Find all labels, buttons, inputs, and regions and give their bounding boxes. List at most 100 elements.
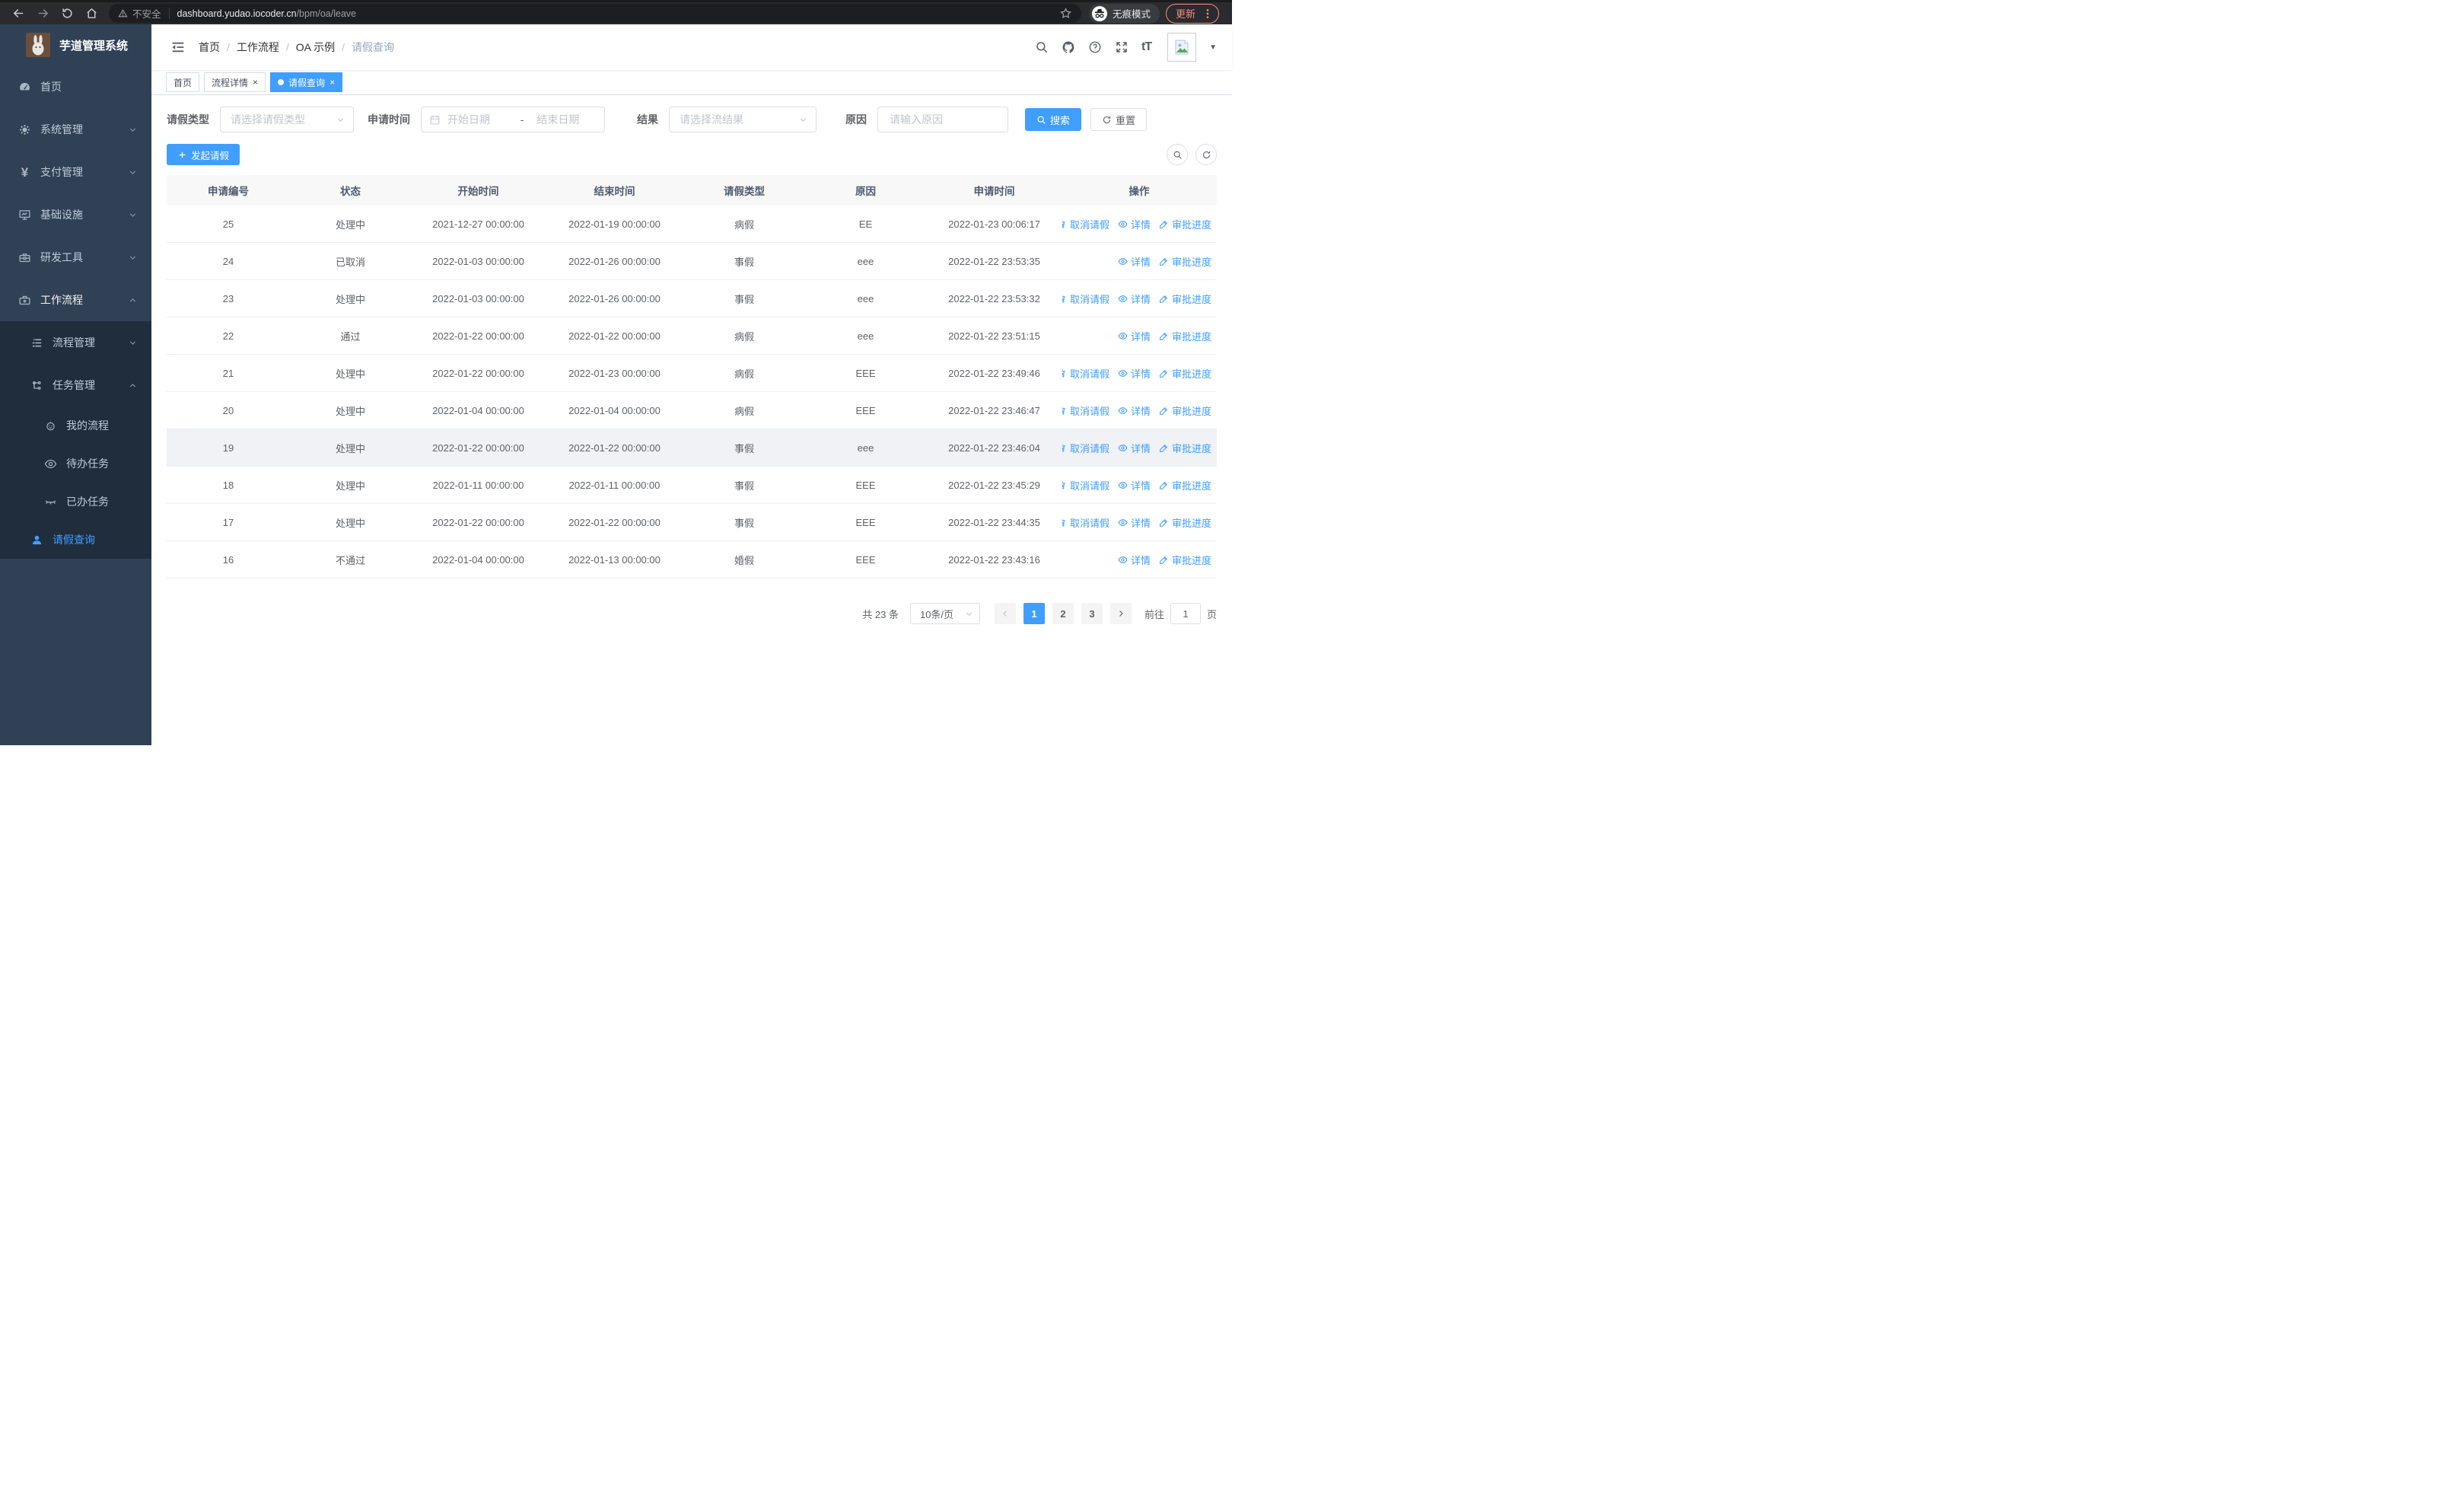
github-icon[interactable] bbox=[1062, 40, 1075, 54]
breadcrumb-workflow[interactable]: 工作流程 bbox=[237, 40, 279, 55]
detail-action-link[interactable]: 详情 bbox=[1118, 217, 1151, 231]
progress-action-link[interactable]: 审批进度 bbox=[1159, 441, 1211, 455]
progress-action-link[interactable]: 审批进度 bbox=[1159, 217, 1211, 231]
create-leave-button[interactable]: 发起请假 bbox=[167, 144, 240, 165]
cancel-action-link[interactable]: 取消请假 bbox=[1062, 217, 1109, 231]
breadcrumb-oa-example[interactable]: OA 示例 bbox=[296, 40, 335, 55]
progress-action-link[interactable]: 审批进度 bbox=[1159, 366, 1211, 381]
breadcrumb-home[interactable]: 首页 bbox=[199, 40, 220, 55]
security-warning-icon[interactable] bbox=[118, 8, 128, 18]
table-row[interactable]: 23 处理中 2022-01-03 00:00:00 2022-01-26 00:00… bbox=[167, 280, 1217, 317]
close-icon[interactable]: × bbox=[329, 78, 335, 87]
progress-action-link[interactable]: 审批进度 bbox=[1159, 553, 1211, 567]
jump-page-input[interactable] bbox=[1170, 603, 1201, 624]
detail-action-link[interactable]: 详情 bbox=[1118, 403, 1151, 418]
font-size-icon[interactable]: tT bbox=[1141, 40, 1152, 54]
sidebar-item-leave-query[interactable]: 请假查询 bbox=[0, 521, 151, 559]
cancel-action-link[interactable]: 取消请假 bbox=[1062, 366, 1109, 381]
browser-back-icon[interactable] bbox=[12, 7, 25, 20]
next-page-button[interactable] bbox=[1109, 603, 1132, 624]
apply-time-range-picker[interactable]: 开始日期 - 结束日期 bbox=[421, 107, 605, 132]
reason-input[interactable] bbox=[888, 113, 998, 126]
address-bar[interactable]: 不安全 dashboard.yudao.iocoder.cn/bpm/oa/le… bbox=[109, 4, 1081, 23]
sidebar-item-todo-tasks[interactable]: 待办任务 bbox=[0, 445, 151, 483]
table-row[interactable]: 18 处理中 2022-01-11 00:00:00 2022-01-11 00:00… bbox=[167, 467, 1217, 504]
progress-action-link[interactable]: 审批进度 bbox=[1159, 515, 1211, 530]
sidebar-item-infra[interactable]: 基础设施 bbox=[0, 193, 151, 236]
leave-type-select[interactable]: 请选择请假类型 bbox=[220, 107, 354, 132]
table-row[interactable]: 19 处理中 2022-01-22 00:00:00 2022-01-22 00:00… bbox=[167, 429, 1217, 467]
search-icon[interactable] bbox=[1035, 40, 1049, 54]
page-content: 请假类型 请选择请假类型 申请时间 开始日期 - 结束日期 结果 请选择流结果 bbox=[151, 95, 1232, 745]
tab-leave-query[interactable]: 请假查询 × bbox=[270, 72, 343, 92]
table-row[interactable]: 24 已取消 2022-01-03 00:00:00 2022-01-26 00:00… bbox=[167, 243, 1217, 280]
caret-down-icon[interactable]: ▼ bbox=[1209, 43, 1217, 52]
cell-reason: eee bbox=[857, 255, 874, 267]
browser-menu-dots-icon[interactable] bbox=[1202, 8, 1214, 20]
browser-reload-icon[interactable] bbox=[61, 7, 74, 20]
table-row[interactable]: 20 处理中 2022-01-04 00:00:00 2022-01-04 00:00… bbox=[167, 392, 1217, 429]
help-icon[interactable] bbox=[1088, 40, 1102, 54]
browser-update-button[interactable]: 更新 bbox=[1166, 3, 1220, 24]
workflow-submenu: 流程管理 任务管理 我的流程 待办任务 已办任务 请假查询 bbox=[0, 321, 151, 559]
table-row[interactable]: 16 不通过 2022-01-04 00:00:00 2022-01-13 00:00… bbox=[167, 541, 1217, 579]
detail-action-link[interactable]: 详情 bbox=[1118, 553, 1151, 567]
cell-leave_type: 事假 bbox=[734, 442, 754, 454]
detail-action-link[interactable]: 详情 bbox=[1118, 441, 1151, 455]
browser-forward-icon[interactable] bbox=[37, 7, 49, 20]
sidebar-item-devtools[interactable]: 研发工具 bbox=[0, 236, 151, 279]
cell-end_time: 2022-01-13 00:00:00 bbox=[568, 553, 661, 566]
search-button[interactable]: 搜索 bbox=[1025, 108, 1082, 131]
close-icon[interactable]: × bbox=[253, 78, 258, 87]
detail-action-link[interactable]: 详情 bbox=[1118, 254, 1151, 269]
result-select[interactable]: 请选择流结果 bbox=[669, 107, 817, 132]
table-row[interactable]: 21 处理中 2022-01-22 00:00:00 2022-01-23 00:00… bbox=[167, 355, 1217, 392]
sidebar-item-home[interactable]: 首页 bbox=[0, 65, 151, 108]
detail-action-link[interactable]: 详情 bbox=[1118, 329, 1151, 343]
detail-action-link[interactable]: 详情 bbox=[1118, 292, 1151, 306]
fullscreen-icon[interactable] bbox=[1115, 40, 1129, 54]
sidebar-item-my-process[interactable]: 我的流程 bbox=[0, 406, 151, 445]
cancel-action-link[interactable]: 取消请假 bbox=[1062, 292, 1109, 306]
sidebar-item-payment[interactable]: ¥ 支付管理 bbox=[0, 151, 151, 193]
table-row[interactable]: 17 处理中 2022-01-22 00:00:00 2022-01-22 00:00… bbox=[167, 504, 1217, 541]
cell-end_time: 2022-01-22 00:00:00 bbox=[568, 330, 661, 342]
avatar[interactable] bbox=[1167, 33, 1197, 62]
browser-home-icon[interactable] bbox=[85, 7, 98, 20]
sidebar-item-done-tasks[interactable]: 已办任务 bbox=[0, 483, 151, 521]
page-size-select[interactable]: 10条/页 bbox=[909, 603, 980, 624]
detail-action-link[interactable]: 详情 bbox=[1118, 366, 1151, 381]
cancel-action-link[interactable]: 取消请假 bbox=[1062, 403, 1109, 418]
progress-action-link[interactable]: 审批进度 bbox=[1159, 329, 1211, 343]
cancel-action-link[interactable]: 取消请假 bbox=[1062, 515, 1109, 530]
progress-action-link[interactable]: 审批进度 bbox=[1159, 254, 1211, 269]
action-label: 取消请假 bbox=[1069, 218, 1109, 231]
table-row[interactable]: 25 处理中 2021-12-27 00:00:00 2022-01-19 00:00… bbox=[167, 206, 1217, 243]
cell-leave_type: 事假 bbox=[734, 517, 754, 529]
page-button-3[interactable]: 3 bbox=[1081, 603, 1103, 624]
progress-action-link[interactable]: 审批进度 bbox=[1159, 403, 1211, 418]
progress-action-link[interactable]: 审批进度 bbox=[1159, 478, 1211, 492]
sidebar-item-process-mgmt[interactable]: 流程管理 bbox=[0, 321, 151, 364]
toggle-search-button[interactable] bbox=[1167, 144, 1188, 165]
detail-action-link[interactable]: 详情 bbox=[1118, 478, 1151, 492]
page-button-2[interactable]: 2 bbox=[1052, 603, 1074, 624]
sidebar-item-task-mgmt[interactable]: 任务管理 bbox=[0, 364, 151, 406]
progress-action-link[interactable]: 审批进度 bbox=[1159, 292, 1211, 306]
reset-button[interactable]: 重置 bbox=[1090, 108, 1148, 131]
sidebar-item-workflow[interactable]: 工作流程 bbox=[0, 279, 151, 321]
refresh-table-button[interactable] bbox=[1195, 144, 1217, 165]
cell-start_time: 2022-01-11 00:00:00 bbox=[432, 479, 524, 491]
sidebar-logo[interactable]: 芋道管理系统 bbox=[0, 24, 151, 65]
detail-action-link[interactable]: 详情 bbox=[1118, 515, 1151, 530]
tab-process-detail[interactable]: 流程详情 × bbox=[204, 72, 266, 92]
prev-page-button[interactable] bbox=[994, 603, 1016, 624]
tab-home[interactable]: 首页 bbox=[166, 72, 200, 92]
table-row[interactable]: 22 通过 2022-01-22 00:00:00 2022-01-22 00:00:… bbox=[167, 317, 1217, 355]
cancel-action-link[interactable]: 取消请假 bbox=[1062, 478, 1109, 492]
bookmark-star-icon[interactable] bbox=[1059, 7, 1072, 20]
page-button-1[interactable]: 1 bbox=[1023, 603, 1045, 624]
sidebar-collapse-icon[interactable] bbox=[170, 40, 186, 55]
sidebar-item-system[interactable]: 系统管理 bbox=[0, 108, 151, 151]
cancel-action-link[interactable]: 取消请假 bbox=[1062, 441, 1109, 455]
